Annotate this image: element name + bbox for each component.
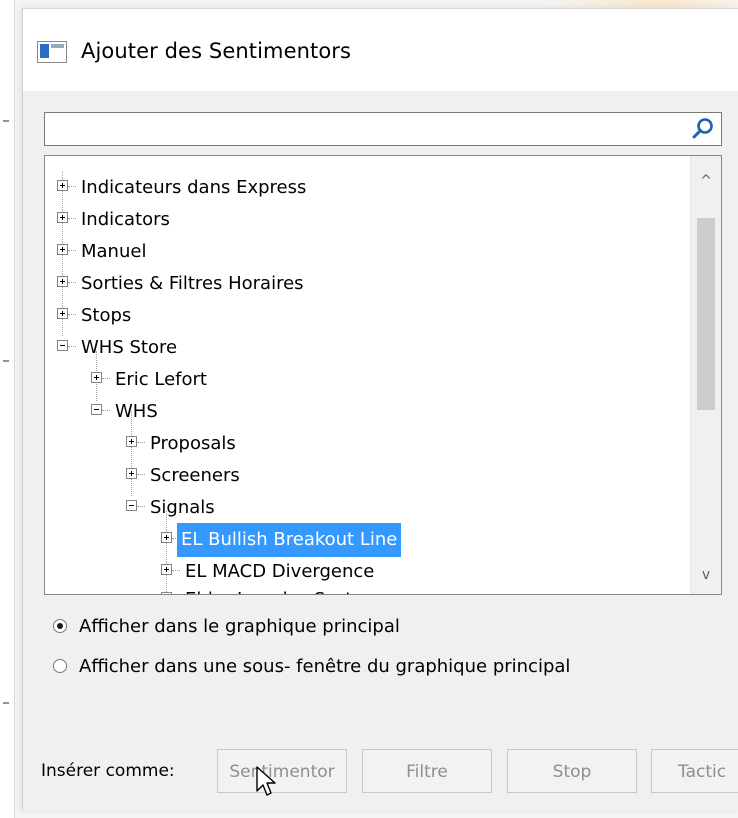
radio-label: Afficher dans une sous- fenêtre du graph… <box>79 656 571 677</box>
title-bar: Ajouter des Sentimentors <box>23 9 738 91</box>
tree-item-label: Proposals <box>150 433 236 454</box>
tree-item-label: Screeners <box>150 465 240 486</box>
expand-icon[interactable] <box>161 592 172 594</box>
dialog-title: Ajouter des Sentimentors <box>81 39 352 63</box>
expand-icon[interactable] <box>161 532 172 543</box>
expand-icon[interactable] <box>57 244 68 255</box>
expand-icon[interactable] <box>161 564 172 575</box>
radio-button[interactable] <box>53 659 67 673</box>
search-input[interactable] <box>44 112 722 146</box>
filtre-button[interactable]: Filtre <box>362 749 492 793</box>
scroll-up-icon[interactable]: ^ <box>691 166 721 196</box>
scroll-down-icon[interactable]: v <box>691 560 721 590</box>
collapse-icon[interactable] <box>91 404 102 415</box>
tree-items-area: Indicateurs dans Express Indicators Manu… <box>45 156 691 594</box>
expand-icon[interactable] <box>57 212 68 223</box>
radio-button-checked[interactable] <box>53 619 67 633</box>
tree-item-label: Stops <box>81 305 132 326</box>
tree-item-label: Eric Lefort <box>115 369 207 390</box>
expand-icon[interactable] <box>57 308 68 319</box>
tree-item-label: WHS Store <box>81 337 178 358</box>
edge-mark <box>3 120 9 122</box>
collapse-icon[interactable] <box>57 340 68 351</box>
search-icon[interactable] <box>691 117 715 141</box>
tree-item-label: Signals <box>150 497 215 518</box>
insert-as-label: Insérer comme: <box>41 761 175 781</box>
edge-mark <box>3 702 9 704</box>
collapse-icon[interactable] <box>126 500 137 511</box>
tree-item-label: WHS <box>115 401 158 422</box>
sentimentor-tree[interactable]: Indicateurs dans Express Indicators Manu… <box>44 155 722 595</box>
tree-item-label: Manuel <box>81 241 147 262</box>
expand-icon[interactable] <box>126 436 137 447</box>
tactic-button[interactable]: Tactic <box>651 749 738 793</box>
expand-icon[interactable] <box>57 180 68 191</box>
tree-scrollbar[interactable]: ^ v <box>690 156 721 594</box>
window-app-icon <box>37 41 67 63</box>
tree-item-label: Indicateurs dans Express <box>81 177 307 198</box>
mouse-cursor-icon <box>256 766 276 796</box>
radio-label: Afficher dans le graphique principal <box>79 616 400 637</box>
edge-mark <box>3 360 9 362</box>
sentimentor-button[interactable]: Sentimentor <box>217 749 347 793</box>
add-sentimentors-dialog: Ajouter des Sentimentors Indicateurs dan… <box>22 8 738 811</box>
expand-icon[interactable] <box>126 468 137 479</box>
expand-icon[interactable] <box>57 276 68 287</box>
expand-icon[interactable] <box>91 372 102 383</box>
background-window-edge <box>0 0 15 818</box>
stop-button[interactable]: Stop <box>507 749 637 793</box>
tree-item-label: Elder Impulse System <box>181 583 385 594</box>
scrollbar-thumb[interactable] <box>697 218 715 410</box>
tree-item-label: EL Bullish Breakout Line <box>177 523 402 557</box>
tree-item-label: Sorties & Filtres Horaires <box>81 273 304 294</box>
tree-item-label: Indicators <box>81 209 170 230</box>
